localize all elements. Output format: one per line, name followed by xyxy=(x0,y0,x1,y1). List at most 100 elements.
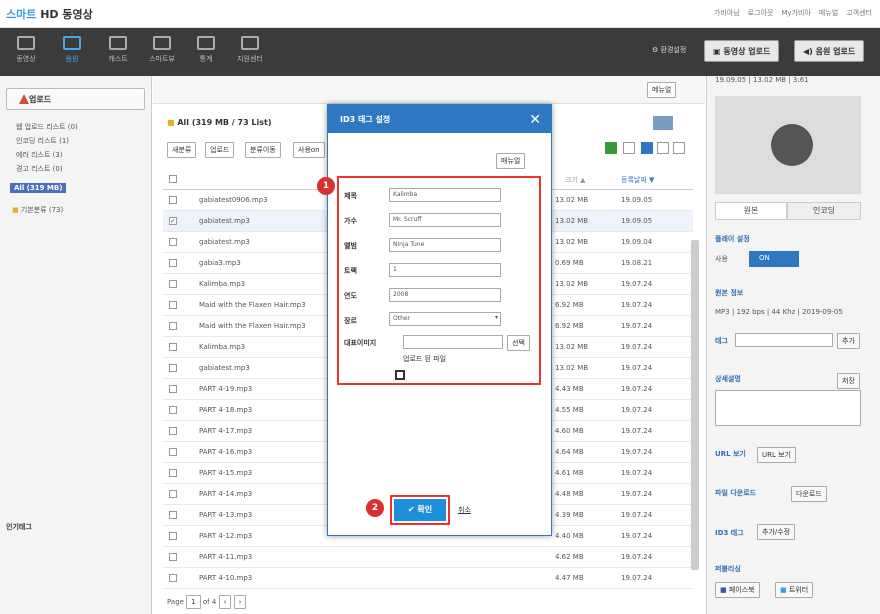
default-folder[interactable]: ■ 기본분류 (73) xyxy=(12,205,63,215)
refresh-icon[interactable] xyxy=(623,142,635,154)
use-toggle-button[interactable]: 사용on xyxy=(293,142,325,158)
download-button[interactable]: 다운로드 xyxy=(791,486,827,502)
video-upload-button[interactable]: ▣ 동영상 업로드 xyxy=(704,40,780,62)
row-checkbox[interactable] xyxy=(169,196,177,204)
field-input[interactable]: Kalimba xyxy=(389,188,501,202)
upload-button[interactable]: 업로드 xyxy=(6,88,145,110)
field-input[interactable]: 2008 xyxy=(389,288,501,302)
row-checkbox[interactable] xyxy=(169,574,177,582)
audio-thumbnail[interactable] xyxy=(715,96,861,194)
detail-view-icon[interactable] xyxy=(657,142,669,154)
facebook-button[interactable]: ■ 페이스북 xyxy=(715,582,760,598)
field-input[interactable]: 1 xyxy=(389,263,501,277)
file-name[interactable]: PART 4-19.mp3 xyxy=(199,385,252,393)
file-name[interactable]: Kalimba.mp3 xyxy=(199,343,245,351)
play-icon[interactable] xyxy=(771,124,813,166)
file-name[interactable]: PART 4-16.mp3 xyxy=(199,448,252,456)
manual-button[interactable]: 메뉴얼 xyxy=(647,82,677,98)
tag-input[interactable] xyxy=(735,333,833,347)
table-row[interactable]: PART 4-11.mp3 4.62 MB 19.07.24 xyxy=(163,547,693,568)
file-name[interactable]: PART 4-14.mp3 xyxy=(199,490,252,498)
settings-link[interactable]: ⚙ 환경설정 xyxy=(652,45,686,55)
row-checkbox[interactable] xyxy=(169,511,177,519)
grid-view-icon[interactable] xyxy=(673,142,685,154)
url-view-button[interactable]: URL 보기 xyxy=(757,447,796,463)
file-name[interactable]: gabia3.mp3 xyxy=(199,259,241,267)
modal-manual-button[interactable]: 매뉴얼 xyxy=(496,153,526,169)
row-checkbox[interactable] xyxy=(169,490,177,498)
genre-select[interactable]: Other ▾ xyxy=(389,312,501,326)
nav-support[interactable]: 지원센터 xyxy=(230,36,270,64)
move-category-button[interactable]: 분류이동 xyxy=(245,142,281,158)
logo[interactable]: 스마트 HD 동영상 xyxy=(6,6,93,22)
nav-audio[interactable]: 음원 xyxy=(52,36,92,64)
cover-input[interactable] xyxy=(403,335,503,349)
error-list[interactable]: 에러 리스트 (3) xyxy=(16,148,78,162)
row-checkbox[interactable] xyxy=(169,238,177,246)
all-folder[interactable]: All (319 MB) xyxy=(10,183,67,193)
row-checkbox[interactable] xyxy=(169,406,177,414)
cover-select-button[interactable]: 선택 xyxy=(507,335,530,351)
row-checkbox[interactable] xyxy=(169,364,177,372)
row-checkbox[interactable] xyxy=(169,280,177,288)
select-all-checkbox[interactable] xyxy=(169,175,177,183)
id3-edit-button[interactable]: 추가/수정 xyxy=(757,524,796,540)
file-name[interactable]: gabiatest0906.mp3 xyxy=(199,196,268,204)
file-name[interactable]: Maid with the Flaxen Hair.mp3 xyxy=(199,301,306,309)
field-input[interactable]: Ninja Tune xyxy=(389,238,501,252)
page-input[interactable]: 1 xyxy=(186,595,201,609)
detail-textarea[interactable] xyxy=(715,390,861,426)
twitter-button[interactable]: ■ 트위터 xyxy=(775,582,814,598)
detail-save-button[interactable]: 저장 xyxy=(837,373,860,389)
cancel-link[interactable]: 취소 xyxy=(458,505,471,515)
row-checkbox[interactable] xyxy=(169,385,177,393)
row-checkbox[interactable] xyxy=(169,322,177,330)
file-name[interactable]: gabiatest.mp3 xyxy=(199,217,250,225)
search-icon[interactable] xyxy=(653,116,673,130)
row-checkbox[interactable] xyxy=(169,553,177,561)
web-upload-list[interactable]: 웹 업로드 리스트 (0) xyxy=(16,120,78,134)
table-row[interactable]: PART 4-10.mp3 4.47 MB 19.07.24 xyxy=(163,568,693,589)
nav-video[interactable]: 동영상 xyxy=(6,36,46,64)
row-checkbox[interactable] xyxy=(169,343,177,351)
on-toggle[interactable]: ON xyxy=(749,251,799,267)
file-name[interactable]: gabiatest.mp3 xyxy=(199,238,250,246)
file-name[interactable]: PART 4-13.mp3 xyxy=(199,511,252,519)
image-thumb-icon[interactable] xyxy=(395,370,405,380)
toolbar-upload-button[interactable]: 업로드 xyxy=(205,142,235,158)
file-name[interactable]: PART 4-15.mp3 xyxy=(199,469,252,477)
prev-page-button[interactable]: ‹ xyxy=(218,595,232,609)
nav-stats[interactable]: 통계 xyxy=(186,36,226,64)
file-name[interactable]: PART 4-11.mp3 xyxy=(199,553,252,561)
file-name[interactable]: PART 4-12.mp3 xyxy=(199,532,252,540)
file-name[interactable]: PART 4-18.mp3 xyxy=(199,406,252,414)
support-link[interactable]: 고객센터 xyxy=(846,8,872,18)
row-checkbox[interactable] xyxy=(169,448,177,456)
file-name[interactable]: gabiatest.mp3 xyxy=(199,364,250,372)
mygabia-link[interactable]: My가비아 xyxy=(781,8,811,18)
file-name[interactable]: Maid with the Flaxen Hair.mp3 xyxy=(199,322,306,330)
row-checkbox[interactable] xyxy=(169,259,177,267)
new-category-button[interactable]: 새분류 xyxy=(167,142,197,158)
warning-list[interactable]: 경고 리스트 (0) xyxy=(16,162,78,176)
ok-button[interactable]: ✔ 확인 xyxy=(390,495,450,525)
nav-cast[interactable]: 캐스트 xyxy=(98,36,138,64)
list-view-icon[interactable] xyxy=(641,142,653,154)
file-name[interactable]: PART 4-17.mp3 xyxy=(199,427,252,435)
row-checkbox[interactable] xyxy=(169,532,177,540)
nav-smartview[interactable]: 스마트뷰 xyxy=(142,36,182,64)
row-checkbox[interactable] xyxy=(169,469,177,477)
date-column-header[interactable]: 등록날짜 ▼ xyxy=(621,175,654,185)
file-name[interactable]: Kalimba.mp3 xyxy=(199,280,245,288)
logout-link[interactable]: 로그아웃 xyxy=(748,8,774,18)
encoding-list[interactable]: 인코딩 리스트 (1) xyxy=(16,134,78,148)
row-checkbox[interactable]: ✓ xyxy=(169,217,177,225)
size-column-header[interactable]: 크기 ▲ xyxy=(565,175,586,185)
row-checkbox[interactable] xyxy=(169,301,177,309)
next-page-button[interactable]: › xyxy=(233,595,247,609)
excel-icon[interactable] xyxy=(605,142,617,154)
row-checkbox[interactable] xyxy=(169,427,177,435)
tag-add-button[interactable]: 추가 xyxy=(837,333,860,349)
file-name[interactable]: PART 4-10.mp3 xyxy=(199,574,252,582)
tab-encoding[interactable]: 인코딩 xyxy=(787,202,861,220)
